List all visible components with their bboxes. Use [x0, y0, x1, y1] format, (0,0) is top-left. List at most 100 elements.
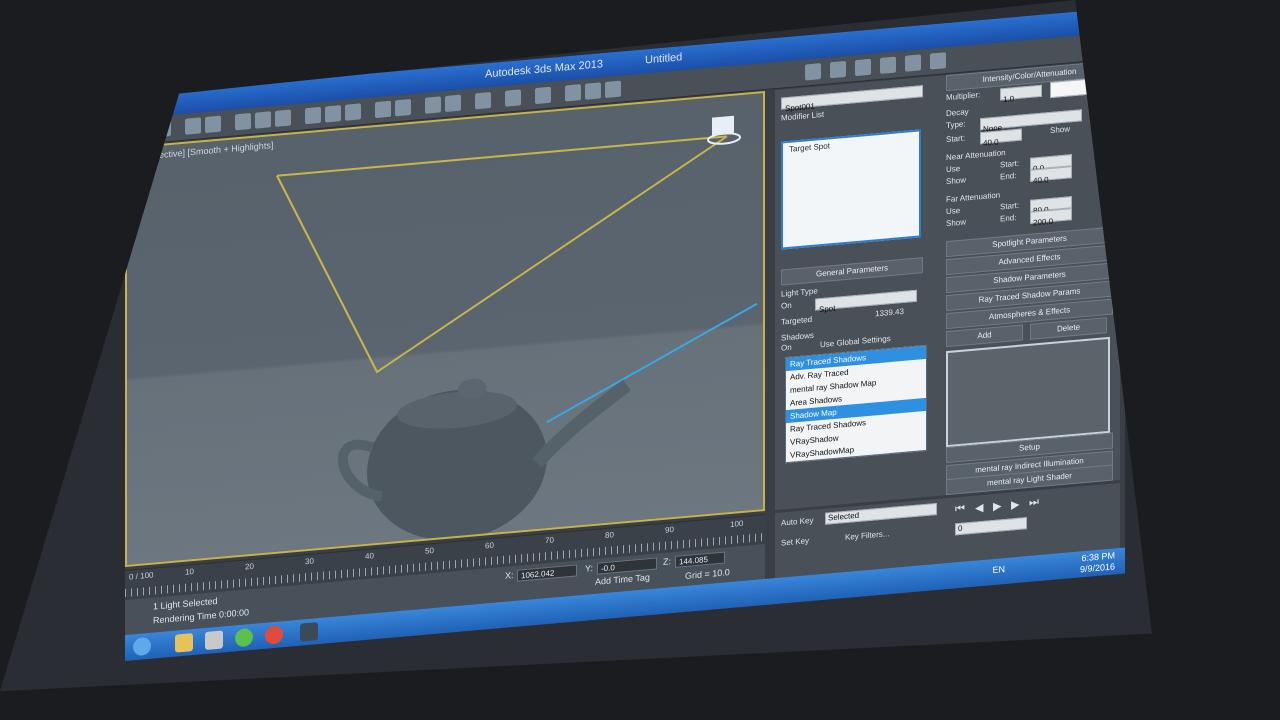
perspective-viewport[interactable]: [Perspective] [Smooth + Highlights] [125, 91, 765, 567]
redo-icon[interactable] [155, 119, 171, 138]
modifier-stack[interactable]: Target Spot [781, 129, 921, 250]
app-icon[interactable] [235, 627, 253, 648]
far-start-label: Start: [1000, 200, 1020, 212]
general-parameters-rollout[interactable]: General Parameters [781, 257, 923, 286]
near-end-label: End: [1000, 171, 1017, 182]
y-label: Y: [585, 563, 594, 574]
next-frame-icon[interactable]: ▶ [1011, 498, 1019, 512]
prev-frame-icon[interactable]: ◀ [975, 501, 983, 515]
spotlight-cone [276, 135, 728, 374]
utilities-tab-icon[interactable] [930, 52, 946, 70]
projected-screen: Autodesk 3ds Max 2013 Untitled [Perspect… [0, 0, 1152, 692]
near-end-field[interactable]: 40.0 [1030, 166, 1072, 186]
tick-label: 100 [730, 518, 744, 530]
render-icon[interactable] [605, 80, 621, 99]
light-on-checkbox[interactable]: On [781, 301, 792, 311]
clock[interactable]: 6:38 PM 9/9/2016 [1080, 550, 1115, 575]
render-frame-icon[interactable] [585, 82, 601, 100]
type-label: Type: [946, 119, 966, 131]
scene-svg [276, 115, 758, 550]
z-coordinate[interactable]: 144.085 [675, 551, 725, 568]
decay-start-value: 40.0 [983, 137, 999, 148]
goto-end-icon[interactable]: ⏭ [1029, 496, 1039, 510]
align-icon[interactable] [445, 94, 461, 113]
decay-label: Decay [946, 107, 969, 119]
far-end-field[interactable]: 200.0 [1030, 208, 1072, 228]
grid-readout: Grid = 10.0 [685, 567, 730, 582]
auto-key-button[interactable]: Auto Key [781, 516, 813, 528]
select-by-name-icon[interactable] [255, 111, 271, 129]
tick-label: 30 [305, 556, 314, 567]
unlink-icon[interactable] [205, 115, 221, 134]
select-region-icon[interactable] [275, 109, 291, 127]
3dsmax-taskbar-icon[interactable] [300, 622, 318, 642]
start-button-icon[interactable] [133, 636, 151, 657]
stack-item[interactable]: Target Spot [783, 132, 919, 157]
app-window: Autodesk 3ds Max 2013 Untitled [Perspect… [125, 7, 1125, 661]
light-type-value: Spot [819, 303, 836, 315]
curve-editor-icon[interactable] [505, 89, 521, 107]
create-tab-icon[interactable] [805, 63, 821, 81]
atmospheres-list[interactable] [946, 336, 1110, 448]
far-end-value: 200.0 [1033, 216, 1054, 228]
object-name-field[interactable]: Spot001 [781, 85, 923, 113]
window-title: Autodesk 3ds Max 2013 [485, 58, 604, 81]
explorer-icon[interactable] [175, 633, 193, 653]
hierarchy-tab-icon[interactable] [855, 58, 871, 77]
material-editor-icon[interactable] [535, 86, 551, 105]
target-line [546, 302, 758, 423]
set-key-button[interactable]: Set Key [781, 536, 809, 547]
z-label: Z: [663, 556, 671, 567]
shadow-type-dropdown[interactable]: Ray Traced Shadows Adv. Ray Traced menta… [785, 344, 927, 464]
near-show-checkbox[interactable]: Show [946, 175, 966, 186]
far-attenuation-label: Far Attenuation [946, 190, 1001, 205]
near-attenuation-label: Near Attenuation [946, 147, 1006, 163]
multiplier-field[interactable]: 1.0 [1000, 84, 1042, 104]
snap-icon[interactable] [375, 100, 391, 119]
near-end-value: 40.0 [1033, 175, 1049, 186]
far-end-label: End: [1000, 213, 1017, 224]
current-frame-field[interactable]: 0 [955, 517, 1027, 536]
undo-icon[interactable] [135, 121, 151, 140]
far-show-checkbox[interactable]: Show [946, 217, 966, 228]
tick-label: 20 [245, 561, 254, 572]
use-global-settings-checkbox[interactable]: Use Global Settings [820, 334, 891, 349]
x-coordinate[interactable]: 1062.042 [517, 564, 577, 582]
play-icon[interactable]: ▶ [993, 499, 1001, 513]
language-indicator[interactable]: EN [992, 564, 1005, 575]
near-use-checkbox[interactable]: Use [946, 164, 960, 174]
scale-icon[interactable] [345, 103, 361, 121]
tick-label: 60 [485, 540, 494, 551]
select-object-icon[interactable] [235, 112, 251, 131]
targeted-checkbox[interactable]: Targeted [781, 315, 812, 327]
media-player-icon[interactable] [205, 630, 223, 651]
light-color-swatch[interactable] [1050, 78, 1092, 99]
layer-icon[interactable] [475, 91, 491, 110]
near-start-label: Start: [1000, 158, 1020, 170]
mirror-icon[interactable] [425, 96, 441, 114]
tick-label: 40 [365, 551, 374, 562]
frame-counter: 0 / 100 [129, 570, 154, 582]
render-setup-icon[interactable] [565, 84, 581, 102]
decay-start-field[interactable]: 40.0 [980, 128, 1022, 148]
key-filters-button[interactable]: Key Filters... [845, 529, 889, 542]
decay-show-checkbox[interactable]: Show [1050, 124, 1070, 135]
display-tab-icon[interactable] [905, 54, 921, 72]
goto-start-icon[interactable]: ⏮ [955, 503, 965, 517]
close-window-button[interactable] [1085, 12, 1115, 30]
key-mode-select[interactable]: Selected [825, 502, 937, 525]
far-use-checkbox[interactable]: Use [946, 206, 960, 216]
x-label: X: [505, 570, 514, 581]
teapot[interactable] [337, 365, 631, 550]
angle-snap-icon[interactable] [395, 98, 411, 117]
motion-tab-icon[interactable] [880, 56, 896, 74]
chrome-icon[interactable] [265, 625, 283, 645]
file-name: Untitled [645, 51, 683, 67]
multiplier-label: Multiplier: [946, 90, 981, 103]
spotlight-cone-edge [277, 135, 727, 177]
move-icon[interactable] [305, 106, 321, 125]
modify-tab-icon[interactable] [830, 60, 846, 79]
link-icon[interactable] [185, 117, 201, 135]
rotate-icon[interactable] [325, 105, 341, 123]
shadows-on-checkbox[interactable]: On [781, 343, 792, 353]
